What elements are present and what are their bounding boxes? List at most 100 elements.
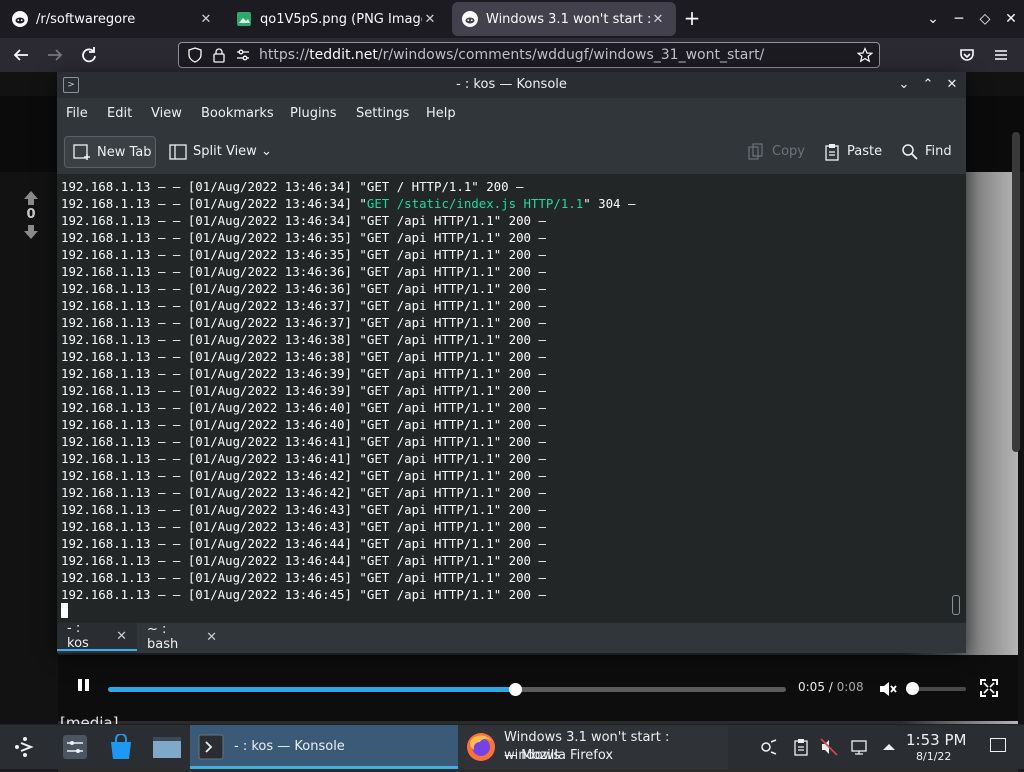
close-icon[interactable]: ✕	[943, 76, 961, 94]
reddit-alien-icon	[462, 11, 478, 27]
find-button[interactable]: Find	[925, 144, 952, 159]
menu-help[interactable]: Help	[426, 106, 456, 121]
paste-icon	[823, 143, 841, 161]
terminal-line: 192.168.1.13 – – [01/Aug/2022 13:46:39] …	[61, 382, 635, 399]
new-tab-button[interactable]: +	[680, 8, 704, 30]
terminal-line-request: GET /api HTTP/1.1	[366, 468, 494, 483]
lock-icon[interactable]	[211, 47, 227, 63]
terminal-line-prefix: 192.168.1.13 – – [01/Aug/2022 13:46:37] …	[61, 298, 367, 313]
reload-button[interactable]	[78, 44, 100, 66]
arrow-left-icon	[13, 49, 28, 61]
terminal-line: 192.168.1.13 – – [01/Aug/2022 13:46:34] …	[61, 178, 635, 195]
terminal-line: 192.168.1.13 – – [01/Aug/2022 13:46:37] …	[61, 314, 635, 331]
maximize-icon[interactable]: ◇	[972, 11, 998, 27]
browser-tab-title: qo1V5pS.png (PNG Image	[260, 11, 422, 27]
browser-tab-softwaregore[interactable]: /r/softwaregore ✕	[2, 2, 224, 36]
url-bar[interactable]: https://teddit.net/r/windows/comments/wd…	[178, 42, 880, 68]
chevron-up-icon[interactable]: ⌃	[919, 76, 937, 94]
system-settings-icon[interactable]	[62, 734, 88, 760]
page-scrollbar[interactable]	[1012, 132, 1020, 452]
close-icon[interactable]: ✕	[650, 12, 666, 27]
close-icon[interactable]: ✕	[206, 630, 217, 645]
pause-button[interactable]	[76, 677, 92, 693]
split-view-button[interactable]: Split View	[193, 144, 257, 159]
terminal-line-status: " 200 –	[493, 536, 546, 551]
muted-speaker-icon[interactable]	[878, 679, 898, 699]
konsole-titlebar[interactable]: > - : kos — Konsole ⌄ ⌃ ✕	[57, 72, 966, 98]
browser-tab-title: /r/softwaregore	[36, 11, 136, 27]
terminal-line: 192.168.1.13 – – [01/Aug/2022 13:46:42] …	[61, 484, 635, 501]
terminal-line-prefix: 192.168.1.13 – – [01/Aug/2022 13:46:45] …	[61, 570, 367, 585]
url-prefix: https://	[259, 47, 310, 63]
minimize-icon[interactable]: ─	[946, 11, 972, 27]
terminal-line-status: " 200 –	[493, 519, 546, 534]
show-desktop-icon[interactable]	[990, 738, 1006, 752]
konsole-icon	[198, 734, 224, 760]
clock-date[interactable]: 8/1/22	[916, 750, 951, 763]
task-firefox[interactable]: Windows 3.1 won't start : windows — Mozi…	[458, 725, 728, 769]
shield-icon[interactable]	[187, 47, 203, 63]
seek-bar-handle[interactable]	[508, 683, 522, 696]
back-button[interactable]	[10, 44, 32, 66]
terminal-line: 192.168.1.13 – – [01/Aug/2022 13:46:39] …	[61, 365, 635, 382]
pocket-button[interactable]	[956, 44, 978, 66]
session-tab-kos[interactable]: - : kos ✕	[57, 621, 137, 651]
network-icon[interactable]	[850, 738, 868, 756]
chevron-down-icon[interactable]: ⌄	[895, 76, 913, 94]
muted-speaker-icon[interactable]	[820, 738, 838, 756]
menu-view[interactable]: View	[151, 106, 182, 121]
terminal-line-status: " 200 –	[493, 332, 546, 347]
chevron-down-icon[interactable]: ⌄	[261, 144, 272, 159]
star-bookmark-icon[interactable]	[857, 47, 873, 63]
seek-bar[interactable]	[108, 683, 786, 696]
terminal-line-request: GET /api HTTP/1.1	[366, 332, 494, 347]
menu-plugins[interactable]: Plugins	[290, 106, 337, 121]
downvote-icon[interactable]	[22, 224, 40, 240]
permissions-icon[interactable]	[235, 47, 251, 63]
terminal-line-prefix: 192.168.1.13 – – [01/Aug/2022 13:46:42] …	[61, 468, 367, 483]
close-icon[interactable]: ✕	[422, 12, 438, 27]
discover-store-icon[interactable]	[108, 734, 134, 760]
browser-tab-windows31[interactable]: Windows 3.1 won't start : w ✕	[452, 2, 676, 36]
kde-connect-icon[interactable]	[760, 738, 778, 756]
split-view-icon[interactable]	[169, 143, 187, 161]
menu-edit[interactable]: Edit	[107, 106, 132, 121]
terminal-line: 192.168.1.13 – – [01/Aug/2022 13:46:41] …	[61, 433, 635, 450]
forward-button[interactable]	[44, 44, 66, 66]
terminal-output[interactable]: 192.168.1.13 – – [01/Aug/2022 13:46:34] …	[57, 175, 966, 622]
new-tab-button[interactable]: New Tab	[64, 136, 156, 168]
menu-settings[interactable]: Settings	[356, 106, 409, 121]
paste-button[interactable]: Paste	[847, 144, 882, 159]
terminal-line-status: " 200 –	[493, 213, 546, 228]
close-icon[interactable]: ✕	[198, 12, 214, 27]
browser-tab-png-image[interactable]: qo1V5pS.png (PNG Image ✕	[226, 2, 448, 36]
application-launcher-icon[interactable]	[12, 734, 38, 760]
clipboard-icon[interactable]	[792, 738, 810, 756]
terminal-line-prefix: 192.168.1.13 – – [01/Aug/2022 13:46:44] …	[61, 536, 367, 551]
menu-file[interactable]: File	[66, 106, 88, 121]
terminal-line-prefix: 192.168.1.13 – – [01/Aug/2022 13:46:35] …	[61, 247, 367, 262]
menu-button[interactable]	[990, 44, 1012, 66]
fullscreen-icon[interactable]	[980, 679, 998, 697]
file-manager-icon[interactable]	[152, 734, 182, 760]
clock-time[interactable]: 1:53 PM	[906, 731, 966, 749]
menu-bookmarks[interactable]: Bookmarks	[201, 106, 274, 121]
terminal-scrollbar[interactable]	[952, 595, 960, 615]
terminal-line-status: " 304 –	[583, 196, 636, 211]
chevron-down-icon[interactable]: ⌄	[920, 11, 946, 27]
close-icon[interactable]: ✕	[998, 11, 1024, 27]
copy-button[interactable]: Copy	[772, 144, 805, 159]
terminal-line-status: " 200 –	[493, 553, 546, 568]
close-icon[interactable]: ✕	[116, 629, 127, 644]
terminal-cursor	[61, 603, 68, 618]
reddit-alien-icon	[12, 11, 28, 27]
task-konsole[interactable]: - : kos — Konsole	[190, 725, 458, 769]
terminal-line-prefix: 192.168.1.13 – – [01/Aug/2022 13:46:38] …	[61, 349, 367, 364]
plasma-taskbar: - : kos — Konsole Windows 3.1 won't star…	[0, 724, 1024, 769]
vote-score: 0	[26, 207, 36, 222]
chevron-up-icon[interactable]	[880, 738, 898, 756]
volume-slider-handle[interactable]	[906, 682, 919, 695]
session-tab-bash[interactable]: ~ : bash ✕	[137, 622, 227, 652]
terminal-line-status: " 200 –	[493, 264, 546, 279]
upvote-icon[interactable]	[22, 190, 40, 206]
